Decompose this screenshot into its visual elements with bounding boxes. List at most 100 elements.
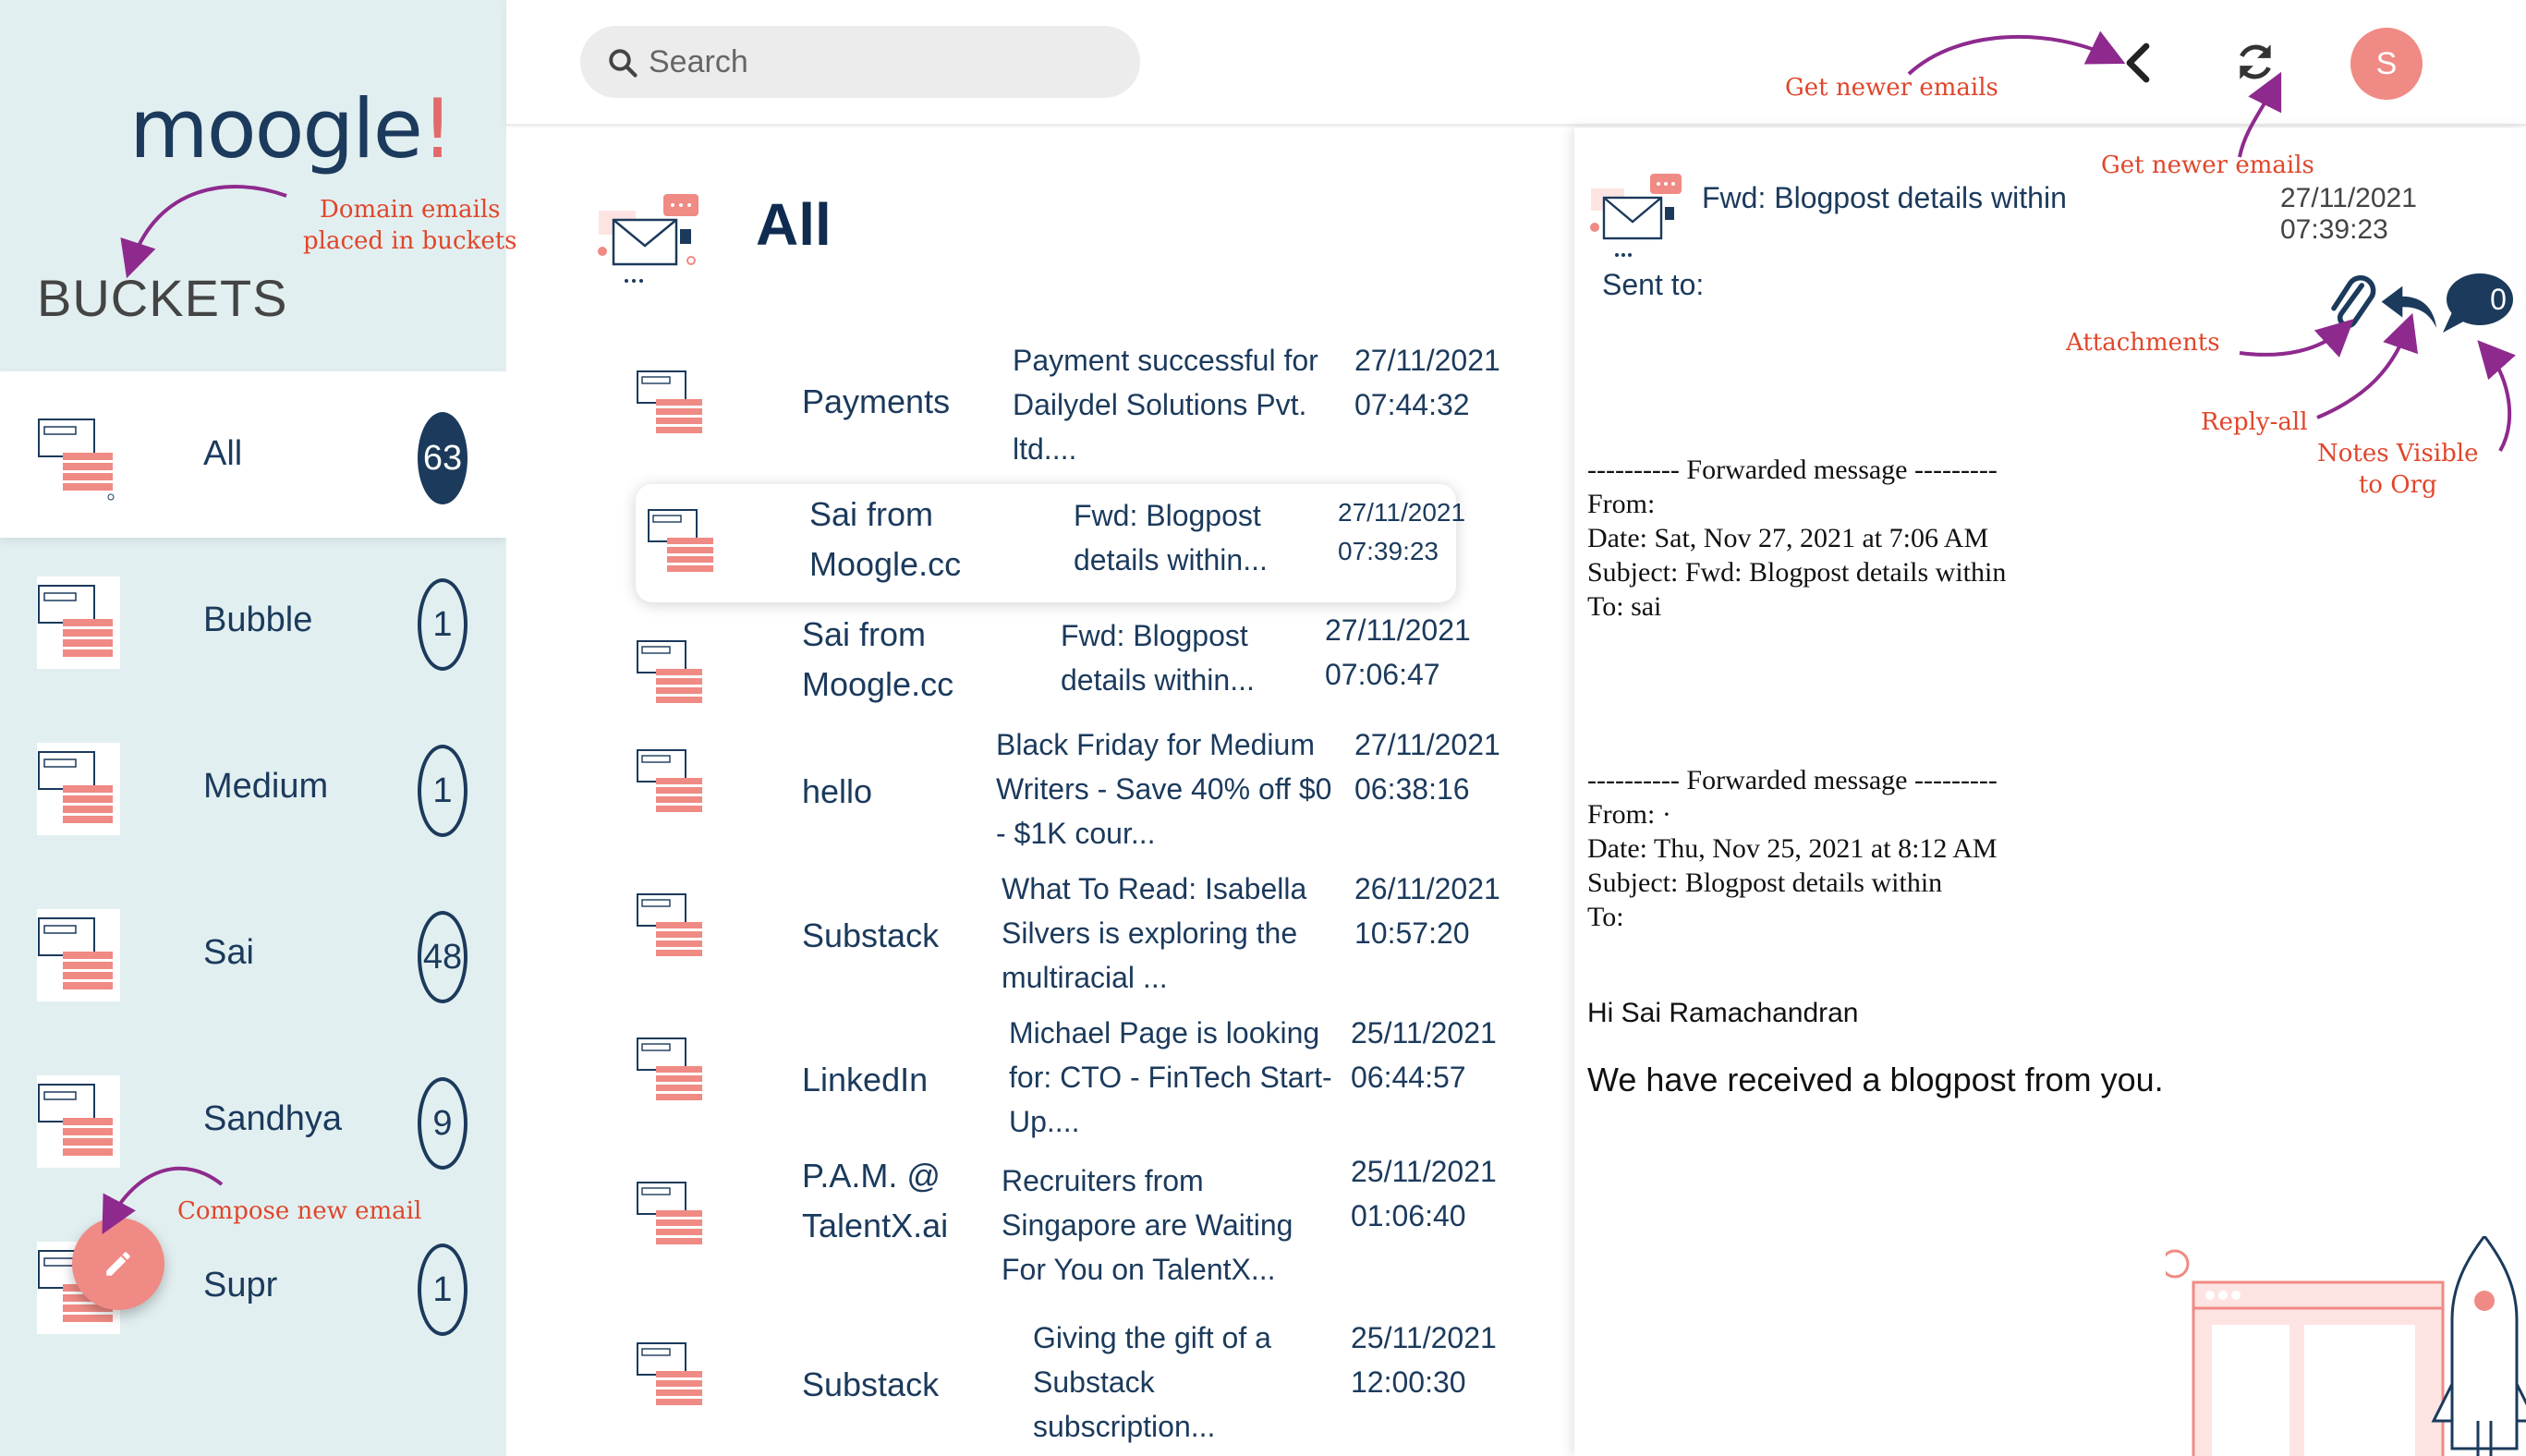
bucket-label: All [203, 434, 243, 473]
fwd-to: To: sai [1587, 591, 1662, 622]
email-time: 07:44:32 [1354, 388, 1470, 421]
email-date: 27/11/2021 [1325, 613, 1471, 647]
annotation-attachments: Attachments [2066, 329, 2220, 357]
email-time: 07:06:47 [1325, 658, 1440, 691]
refresh-icon[interactable] [2232, 39, 2278, 85]
logo-accent: ! [420, 81, 454, 176]
email-sender: Substack [802, 1365, 940, 1403]
bucket-email-icon [38, 419, 115, 501]
email-thumbnail-icon [637, 370, 702, 433]
mail-envelope-icon [598, 194, 698, 283]
fwd-from: From: [1587, 489, 1656, 519]
email-time: 12:00:30 [1351, 1365, 1466, 1399]
chevron-left-icon[interactable] [2114, 37, 2160, 89]
bucket-email-icon [37, 909, 120, 1001]
bucket-count-badge: 1 [418, 578, 468, 671]
app-logo[interactable]: moogle! [129, 81, 454, 176]
email-time: 06:38:16 [1354, 772, 1470, 806]
bucket-email-icon [37, 743, 120, 835]
fwd-divider: ---------- Forwarded message --------- [1587, 765, 1998, 795]
fwd-subject: Subject: Fwd: Blogpost details within [1587, 557, 2007, 588]
email-time: 06:44:57 [1351, 1061, 1466, 1094]
annotation-newer-emails-2: Get newer emails [2101, 152, 2314, 179]
fwd-to: To: [1587, 902, 1624, 932]
email-date: 27/11/2021 [1354, 728, 1500, 761]
bucket-count-badge: 1 [418, 745, 468, 837]
list-title: All [756, 191, 832, 258]
bucket-item-medium[interactable]: Medium 1 [0, 704, 506, 870]
top-bar: S [506, 0, 2526, 126]
email-row[interactable]: Substack What To Read: Isabella Silvers … [506, 863, 1574, 1001]
bucket-email-icon [37, 1075, 120, 1168]
bucket-count-badge: 63 [418, 412, 468, 504]
email-date: 26/11/2021 [1354, 872, 1500, 905]
email-sender: Substack [802, 916, 940, 954]
bucket-count-badge: 9 [418, 1077, 468, 1170]
email-sender: P.A.M. @ TalentX.ai [802, 1157, 949, 1244]
email-date: 25/11/2021 [1351, 1155, 1497, 1188]
notes-count: 0 [2490, 283, 2507, 316]
bucket-label: Bubble [203, 601, 313, 639]
annotation-notes: Notes Visible to Org [2317, 440, 2479, 499]
bucket-count-badge: 1 [418, 1244, 468, 1336]
email-date: 25/11/2021 [1351, 1321, 1497, 1354]
email-subject: Giving the gift of a Substack subscripti… [1033, 1321, 1271, 1443]
email-subject: What To Read: Isabella Silvers is explor… [1002, 872, 1307, 994]
bucket-item-bubble[interactable]: Bubble 1 [0, 538, 506, 704]
annotation-buckets: Domain emails placed in buckets [303, 196, 517, 255]
bucket-email-icon [37, 576, 120, 669]
email-subject: Fwd: Blogpost details within... [1074, 499, 1268, 576]
bucket-item-all[interactable]: All 63 [0, 371, 506, 538]
fwd-subject: Subject: Blogpost details within [1587, 868, 1943, 898]
email-thumbnail-icon [637, 1037, 702, 1100]
email-date: 25/11/2021 [1351, 1016, 1497, 1050]
email-subject: Payment successful for Dailydel Solution… [1013, 344, 1318, 466]
email-subject: Michael Page is looking for: CTO - FinTe… [1009, 1016, 1332, 1138]
bucket-item-sai[interactable]: Sai 48 [0, 870, 506, 1037]
email-row[interactable]: Payments Payment successful for Dailydel… [506, 340, 1574, 479]
email-sender: Sai from Moogle.cc [802, 615, 954, 703]
email-time: 01:06:40 [1351, 1199, 1466, 1232]
email-sender: hello [802, 772, 873, 810]
email-sender: Payments [802, 382, 951, 420]
preview-sent-to: Sent to: [1602, 268, 1705, 301]
email-time: 10:57:20 [1354, 916, 1470, 950]
attachment-icon[interactable] [2328, 275, 2380, 336]
email-row-selected[interactable]: Sai from Moogle.cc Fwd: Blogpost details… [506, 484, 1574, 623]
email-subject: Recruiters from Singapore are Waiting Fo… [1002, 1164, 1293, 1286]
email-thumbnail-icon [637, 1342, 702, 1405]
email-row[interactable]: P.A.M. @ TalentX.ai Recruiters from Sing… [506, 1151, 1574, 1308]
email-message: We have received a blogpost from you. [1587, 1061, 2164, 1098]
search-input[interactable] [649, 39, 1111, 85]
email-row[interactable]: Substack Giving the gift of a Substack s… [506, 1312, 1574, 1450]
email-preview-pane: Fwd: Blogpost details within 27/11/2021 … [1574, 127, 2526, 1456]
email-thumbnail-icon [637, 640, 702, 703]
annotation-reply-all: Reply-all [2201, 408, 2308, 436]
search-icon [609, 49, 638, 78]
bucket-label: Medium [203, 767, 329, 806]
email-thumbnail-icon [637, 893, 702, 956]
email-row[interactable]: hello Black Friday for Medium Writers - … [506, 719, 1574, 857]
compose-button[interactable] [72, 1218, 164, 1310]
email-greeting: Hi Sai Ramachandran [1587, 998, 1859, 1028]
email-thumbnail-icon [637, 1182, 702, 1244]
bucket-label: Sandhya [203, 1099, 343, 1138]
fwd-date: Date: Sat, Nov 27, 2021 at 7:06 AM [1587, 523, 1989, 553]
user-avatar[interactable]: S [2350, 28, 2423, 100]
email-sender: LinkedIn [802, 1061, 929, 1098]
fwd-date: Date: Thu, Nov 25, 2021 at 8:12 AM [1587, 833, 1998, 864]
email-subject: Black Friday for Medium Writers - Save 4… [996, 728, 1332, 850]
reply-all-icon[interactable] [2376, 275, 2439, 331]
annotation-newer-emails-1: Get newer emails [1785, 74, 1998, 102]
bucket-item-sandhya[interactable]: Sandhya 9 [0, 1037, 506, 1203]
bucket-item-supr[interactable]: Supr 1 [0, 1203, 506, 1369]
preview-date: 27/11/2021 07:39:23 [2280, 183, 2417, 245]
search-bar[interactable] [580, 26, 1140, 98]
bucket-label: Supr [203, 1266, 278, 1304]
buckets-title: BUCKETS [37, 269, 288, 327]
forwarded-header-2: ---------- Forwarded message --------- F… [1587, 763, 2419, 934]
email-date: 27/11/2021 [1354, 344, 1500, 377]
email-thumbnail-icon [648, 509, 713, 572]
email-row[interactable]: LinkedIn Michael Page is looking for: CT… [506, 1007, 1574, 1146]
bucket-count-badge: 48 [418, 911, 468, 1003]
